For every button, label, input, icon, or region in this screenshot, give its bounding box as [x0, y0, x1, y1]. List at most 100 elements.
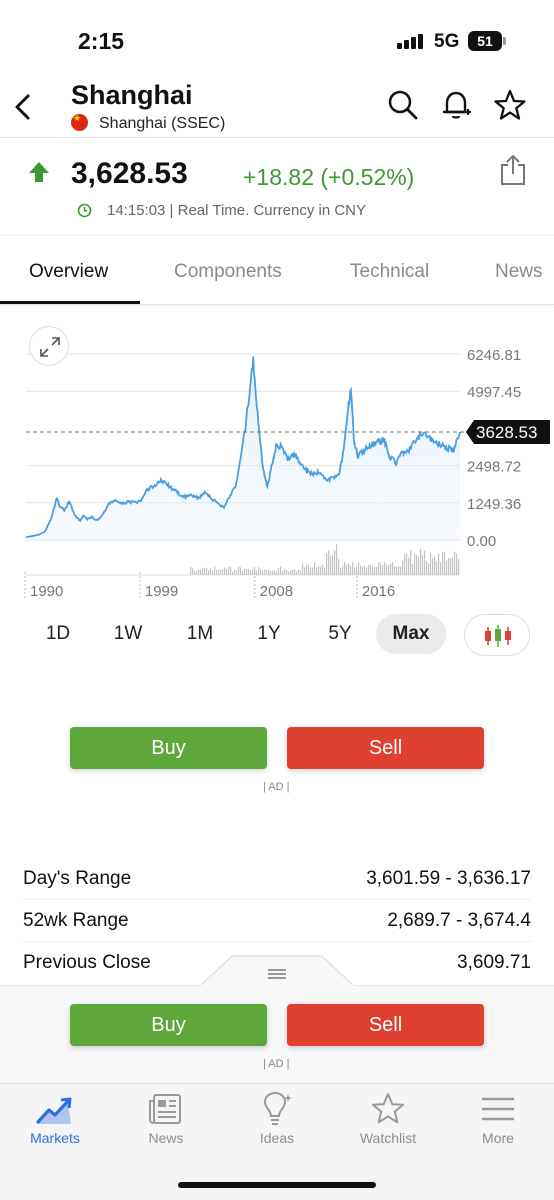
sell-button[interactable]: Sell — [287, 727, 484, 769]
china-flag-icon: ★ — [71, 114, 88, 131]
volume-bar — [274, 570, 276, 575]
sheet-buy-button[interactable]: Buy — [70, 1004, 267, 1046]
stat-label: Previous Close — [23, 952, 151, 973]
battery-icon: 51 — [468, 31, 502, 51]
volume-bar — [334, 550, 336, 575]
volume-bar — [292, 569, 294, 575]
volume-bar — [446, 560, 448, 575]
volume-bar — [276, 571, 278, 575]
tab-technical[interactable]: Technical — [350, 261, 429, 283]
volume-bar — [336, 544, 338, 575]
volume-bar — [304, 567, 306, 575]
volume-bar — [208, 570, 210, 575]
back-icon[interactable] — [8, 86, 38, 126]
volume-bar — [320, 566, 322, 575]
volume-bar — [194, 571, 196, 575]
volume-bar — [236, 570, 238, 575]
volume-bar — [266, 569, 268, 575]
add-alert-bell-icon[interactable] — [439, 88, 473, 122]
sheet-drag-handle[interactable] — [199, 955, 355, 988]
volume-bar — [382, 565, 384, 575]
volume-bar — [224, 567, 226, 575]
range-5y[interactable]: 5Y — [318, 614, 362, 654]
buy-button[interactable]: Buy — [70, 727, 267, 769]
y-tick-label: 2498.72 — [467, 459, 521, 476]
volume-bar — [238, 566, 240, 575]
volume-bar — [316, 567, 318, 575]
volume-bar — [332, 554, 334, 575]
volume-bar — [448, 558, 450, 575]
stat-row-52wk-range: 52wk Range 2,689.7 - 3,674.4 — [23, 900, 531, 942]
nav-markets[interactable]: Markets — [0, 1092, 110, 1154]
stat-value: 3,609.71 — [457, 952, 531, 973]
volume-bar — [282, 570, 284, 575]
volume-bar — [418, 556, 420, 575]
volume-bar — [212, 570, 214, 575]
current-price-label: 3628.53 — [476, 423, 537, 442]
volume-bar — [190, 566, 192, 575]
volume-bar — [412, 563, 414, 575]
volume-bar — [314, 562, 316, 575]
nav-ideas[interactable]: Ideas — [222, 1092, 332, 1154]
quote-block: 3,628.53 +18.82 (+0.52%) 14:15:03 | Real… — [0, 138, 554, 236]
volume-bar — [428, 563, 430, 575]
volume-bar — [432, 558, 434, 575]
range-1w[interactable]: 1W — [106, 614, 150, 654]
clock-icon — [77, 203, 92, 218]
volume-bar — [410, 550, 412, 575]
candlestick-toggle-icon[interactable] — [464, 614, 530, 656]
volume-bar — [414, 553, 416, 575]
sheet-sell-button[interactable]: Sell — [287, 1004, 484, 1046]
markets-chart-icon — [36, 1097, 72, 1124]
volume-bar — [270, 570, 272, 575]
tab-news[interactable]: News — [495, 261, 543, 283]
price-chart[interactable]: 6246.81 4997.45 2498.72 1249.36 0.00 1990 199… — [0, 310, 554, 610]
volume-bar — [244, 568, 246, 575]
nav-news[interactable]: News — [111, 1092, 221, 1154]
volume-bar — [318, 565, 320, 575]
nav-watchlist[interactable]: Watchlist — [333, 1092, 443, 1154]
volume-bar — [310, 567, 312, 575]
price-area — [26, 356, 460, 540]
range-max[interactable]: Max — [376, 614, 446, 654]
volume-bar — [374, 566, 376, 575]
range-1y[interactable]: 1Y — [247, 614, 291, 654]
range-1m[interactable]: 1M — [177, 614, 223, 654]
signal-icon — [397, 33, 425, 49]
chart-svg: 6246.81 4997.45 2498.72 1249.36 0.00 1990 199… — [24, 347, 550, 600]
stat-value: 3,601.59 - 3,636.17 — [366, 868, 531, 889]
network-label: 5G — [434, 31, 460, 52]
volume-bar — [250, 570, 252, 575]
volume-bar — [232, 571, 234, 575]
tab-components[interactable]: Components — [174, 261, 282, 283]
volume-bar — [396, 566, 398, 575]
volume-bar — [458, 559, 460, 575]
range-1d[interactable]: 1D — [36, 614, 80, 654]
realtime-note: 14:15:03 | Real Time. Currency in CNY — [107, 202, 367, 219]
nav-more[interactable]: More — [443, 1092, 553, 1154]
volume-bar — [358, 562, 360, 575]
volume-bar — [264, 569, 266, 575]
stat-value: 2,689.7 - 3,674.4 — [387, 910, 531, 931]
volume-bar — [424, 550, 426, 575]
volume-bar — [248, 568, 250, 575]
search-icon[interactable] — [386, 88, 420, 122]
tab-overview[interactable]: Overview — [29, 261, 108, 283]
volume-bar — [434, 556, 436, 575]
star-watchlist-icon[interactable] — [493, 88, 527, 122]
page-subtitle: Shanghai (SSEC) — [99, 115, 226, 132]
price-change: +18.82 (+0.52%) — [243, 164, 415, 190]
share-icon[interactable] — [497, 153, 529, 187]
volume-bar — [262, 570, 264, 575]
volume-bar — [416, 555, 418, 575]
volume-bar — [308, 565, 310, 575]
volume-bar — [226, 569, 228, 575]
volume-bar — [388, 564, 390, 575]
volume-bar — [338, 559, 340, 575]
expand-chart-icon[interactable] — [29, 326, 69, 366]
sheet-ad-label: | AD | — [263, 1058, 290, 1070]
volume-bar — [408, 557, 410, 575]
volume-bar — [198, 569, 200, 575]
volume-bar — [402, 560, 404, 575]
volume-bar — [256, 570, 258, 575]
